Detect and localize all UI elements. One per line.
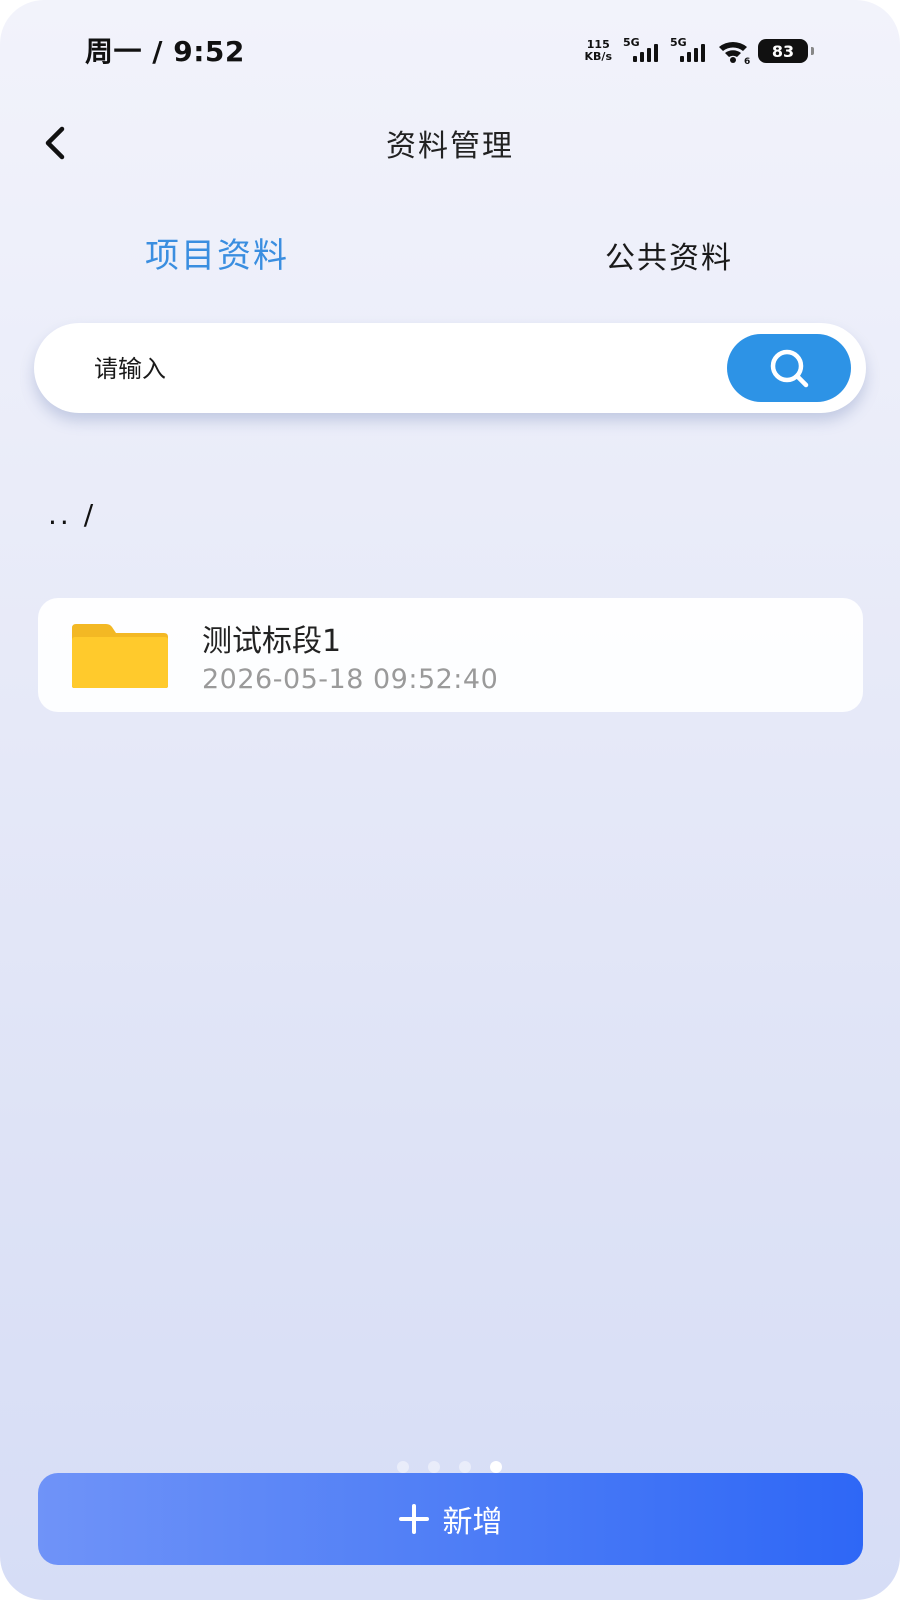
cellular-signal-icon: 5G xyxy=(670,36,710,64)
network-speed: 115 KB/s xyxy=(585,39,612,63)
tab-project-materials[interactable]: 项目资料 xyxy=(145,228,289,277)
page-dot-active xyxy=(490,1461,502,1473)
file-name: 测试标段1 xyxy=(202,624,342,659)
battery-level: 83 xyxy=(771,41,795,61)
plus-icon xyxy=(398,1504,429,1534)
page-dot xyxy=(428,1461,440,1473)
file-date: 2026-05-18 09:52:40 xyxy=(202,664,499,695)
status-bar: 周一 / 9:52 115 KB/s 5G 5G 6 83 xyxy=(0,0,900,100)
search-input[interactable] xyxy=(92,345,696,393)
add-button-label: 新增 xyxy=(442,1505,503,1540)
list-item[interactable]: 测试标段1 2026-05-18 09:52:40 xyxy=(38,598,863,712)
app-screen: 周一 / 9:52 115 KB/s 5G 5G 6 83 资料管理 项目资料 … xyxy=(0,0,900,1600)
status-time: 周一 / 9:52 xyxy=(85,35,245,68)
folder-icon xyxy=(70,622,170,690)
cellular-signal-icon: 5G xyxy=(623,36,663,64)
network-speed-unit: KB/s xyxy=(584,50,612,63)
wifi-label: 6 xyxy=(744,57,750,64)
page-indicator xyxy=(397,1461,502,1473)
search-bar xyxy=(34,323,866,413)
page-title: 资料管理 xyxy=(386,129,514,164)
add-button[interactable]: 新增 xyxy=(38,1473,863,1565)
breadcrumb-parent[interactable]: .. / xyxy=(48,498,96,531)
search-icon xyxy=(770,349,809,388)
wifi-icon: 6 xyxy=(717,38,751,67)
page-dot xyxy=(459,1461,471,1473)
search-button[interactable] xyxy=(727,334,851,402)
status-indicators: 115 KB/s 5G 5G 6 83 xyxy=(585,36,814,67)
tab-public-materials[interactable]: 公共资料 xyxy=(605,233,733,277)
battery-icon: 83 xyxy=(758,39,814,63)
page-dot xyxy=(397,1461,409,1473)
